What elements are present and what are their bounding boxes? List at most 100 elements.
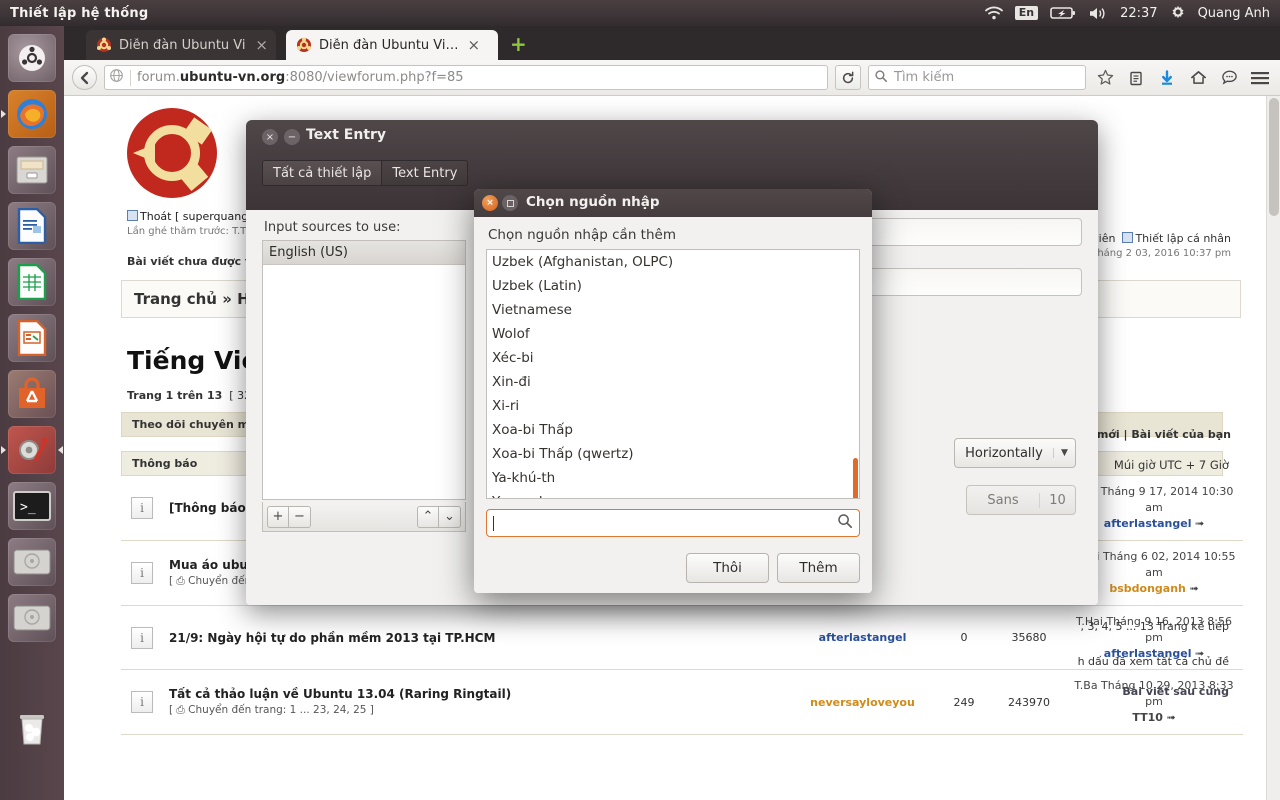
launcher-item-dash[interactable] [0, 30, 64, 86]
url-bar[interactable]: forum.ubuntu-vn.org:8080/viewforum.php?f… [104, 65, 828, 90]
reading-list-icon[interactable] [1124, 66, 1148, 90]
topic-pages[interactable]: [ ⎙ Chuyển đến trang: 1 ... 23, 24, 25 ] [169, 704, 784, 717]
goto-last-post-icon[interactable]: ➟ [1189, 582, 1198, 595]
topic-title-cell[interactable]: 21/9: Ngày hội tự do phần mềm 2013 tại T… [163, 605, 790, 671]
input-source-list[interactable]: Uzbek (Afghanistan, OLPC) Uzbek (Latin) Vi… [486, 249, 860, 499]
gear-icon[interactable] [1170, 3, 1186, 23]
cancel-button[interactable]: Thôi [686, 553, 769, 583]
input-source-item[interactable]: Xéc-bi [487, 346, 859, 370]
launcher-item-writer[interactable] [0, 198, 64, 254]
list-item[interactable]: English (US) [263, 241, 465, 265]
picker-search-input[interactable] [486, 509, 860, 537]
picker-scrollbar-thumb[interactable] [853, 458, 858, 498]
candidates-value: Horizontally [965, 445, 1043, 461]
input-source-item[interactable]: Vietnamese [487, 298, 859, 322]
input-source-picker-dialog[interactable]: × Chọn nguồn nhập Chọn nguồn nhập cần th… [474, 189, 872, 593]
candidates-dropdown[interactable]: Horizontally ▼ [954, 438, 1076, 468]
add-source-button[interactable]: + [267, 505, 289, 528]
input-source-item[interactable]: Wolof [487, 322, 859, 346]
tab-text-entry[interactable]: Text Entry [382, 160, 469, 186]
minimize-icon[interactable]: − [284, 129, 300, 145]
scrollbar-thumb[interactable] [1269, 98, 1279, 216]
picker-titlebar[interactable]: × Chọn nguồn nhập [474, 189, 872, 217]
launcher-item-calc[interactable] [0, 254, 64, 310]
input-sources-list[interactable]: English (US) [262, 240, 466, 500]
download-icon[interactable] [1155, 66, 1179, 90]
panel-username[interactable]: Quang Anh [1198, 6, 1270, 21]
input-source-item[interactable]: Uzbek (Latin) [487, 274, 859, 298]
topic-replies: 249 [935, 669, 993, 736]
launcher-item-system-settings[interactable] [0, 422, 64, 478]
launcher-item-terminal[interactable]: >_ [0, 478, 64, 534]
profile-link[interactable]: Thiết lập cá nhân [1135, 232, 1231, 245]
panel-indicators: En 22:37 Quang Anh [984, 3, 1280, 23]
goto-last-post-icon[interactable]: ➟ [1195, 517, 1204, 530]
launcher-item-impress[interactable] [0, 310, 64, 366]
url-divider [130, 69, 131, 86]
maximize-icon[interactable] [502, 195, 518, 211]
launcher-item-trash[interactable] [0, 700, 64, 756]
close-icon[interactable]: × [255, 36, 268, 54]
pager-right[interactable]: , 3, 4, 5 ... 13 Trang kế tiếp [1080, 620, 1229, 633]
move-up-button[interactable]: ⌃ [417, 505, 439, 528]
tab-all-settings[interactable]: Tất cả thiết lập [262, 160, 383, 186]
volume-icon[interactable] [1088, 3, 1108, 23]
wifi-icon[interactable] [984, 3, 1003, 23]
mark-read-link[interactable]: h dấu đã xem tất cả chủ đề [1078, 655, 1229, 668]
input-source-item[interactable]: Xoa-bi Thấp (qwertz) [487, 442, 859, 466]
launcher-item-disk-2[interactable] [0, 590, 64, 646]
input-source-item[interactable]: Xi-ri [487, 394, 859, 418]
search-input[interactable]: Tìm kiếm [868, 65, 1086, 90]
remove-source-button[interactable]: − [289, 505, 311, 528]
browser-tab-1[interactable]: Diễn đàn Ubuntu Vi… × [86, 30, 276, 60]
new-tab-button[interactable]: + [510, 34, 527, 54]
add-button[interactable]: Thêm [777, 553, 860, 583]
topic-title[interactable]: 21/9: Ngày hội tự do phần mềm 2013 tại T… [169, 631, 784, 645]
last-post-author[interactable]: afterlastangel [1104, 517, 1192, 530]
launcher-item-disk[interactable] [0, 534, 64, 590]
keyboard-indicator[interactable]: En [1014, 6, 1039, 20]
topic-author[interactable]: neversayloveyou [790, 669, 935, 736]
browser-tab-2[interactable]: Diễn đàn Ubuntu Vi… × [286, 30, 498, 60]
input-source-item[interactable]: Uzbek (Afghanistan, OLPC) [487, 250, 859, 274]
custom-font-picker[interactable]: Sans 10 [966, 485, 1076, 515]
svg-text:>_: >_ [20, 500, 36, 515]
close-icon[interactable]: × [262, 129, 278, 145]
launcher-item-software-center[interactable] [0, 366, 64, 422]
search-icon [874, 69, 888, 87]
battery-icon[interactable] [1050, 3, 1076, 23]
input-source-item[interactable]: Xin-đi [487, 370, 859, 394]
profile-icon [1122, 232, 1134, 243]
bookmark-star-icon[interactable] [1093, 66, 1117, 90]
move-down-button[interactable]: ⌄ [439, 505, 461, 528]
ubuntu-vn-favicon [96, 37, 112, 53]
last-post-author[interactable]: TT10 [1132, 711, 1163, 724]
table-row[interactable]: i Tất cả thảo luận về Ubuntu 13.04 (Rarin… [121, 669, 1243, 736]
input-source-item[interactable]: Xoa-bi Thấp [487, 418, 859, 442]
input-source-item[interactable]: Yoa-ru-ba [487, 490, 859, 499]
goto-last-post-icon[interactable]: ➟ [1166, 711, 1175, 724]
reload-icon[interactable] [835, 65, 861, 90]
launcher-item-firefox[interactable] [0, 86, 64, 142]
text-entry-title: Text Entry [306, 127, 387, 143]
topic-title-cell[interactable]: Tất cả thảo luận về Ubuntu 13.04 (Raring… [163, 669, 790, 736]
topic-icon-cell: i [121, 669, 163, 736]
home-icon[interactable] [1186, 66, 1210, 90]
topic-title[interactable]: Tất cả thảo luận về Ubuntu 13.04 (Raring… [169, 687, 784, 701]
page-scrollbar[interactable] [1266, 96, 1280, 800]
table-row[interactable]: i 21/9: Ngày hội tự do phần mềm 2013 tại … [121, 605, 1243, 671]
close-icon[interactable]: × [468, 36, 481, 54]
input-sources-label: Input sources to use: [264, 220, 401, 235]
input-source-item[interactable]: Ya-khú-th [487, 466, 859, 490]
last-post-author[interactable]: bsbdonganh [1109, 582, 1186, 595]
back-icon[interactable] [72, 65, 97, 90]
chat-icon[interactable] [1217, 66, 1241, 90]
menu-icon[interactable] [1248, 66, 1272, 90]
close-icon[interactable]: × [482, 195, 498, 211]
launcher-item-files[interactable] [0, 142, 64, 198]
folder-info-icon: i [131, 561, 153, 584]
panel-clock[interactable]: 22:37 [1120, 6, 1157, 21]
picker-title: Chọn nguồn nhập [526, 194, 660, 210]
topic-author[interactable]: afterlastangel [790, 605, 935, 671]
topic-icon-cell: i [121, 476, 163, 541]
